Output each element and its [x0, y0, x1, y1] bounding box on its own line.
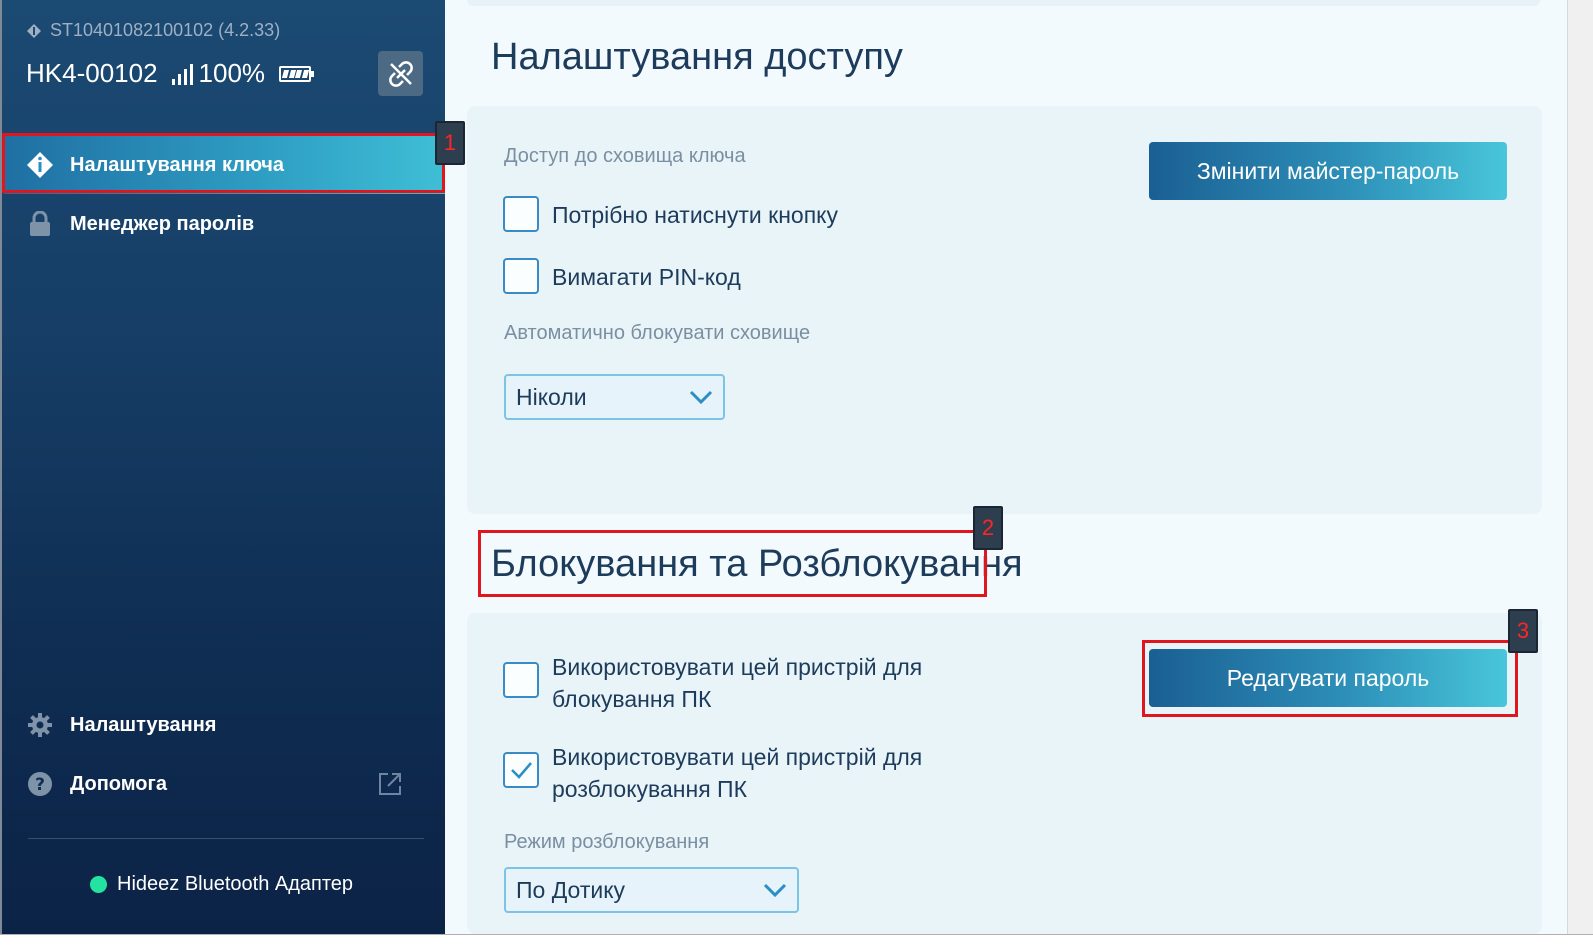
scrollbar[interactable]	[1567, 0, 1593, 934]
require-pin-option: Вимагати PIN-код	[503, 258, 741, 294]
require-pin-label: Вимагати PIN-код	[552, 264, 741, 290]
window-bottom-edge	[0, 934, 1593, 949]
unlock-mode-value: По Дотику	[516, 876, 626, 903]
sidebar-item-help[interactable]: ? Допомога	[4, 755, 447, 813]
device-serial: ST10401082100102 (4.2.33)	[26, 20, 280, 41]
annotation-tag-3: 3	[1508, 609, 1538, 653]
require-button-option: Потрібно натиснути кнопку	[503, 196, 838, 232]
lock-pc-option: Використовувати цей пристрій для блокува…	[503, 651, 922, 715]
annotation-box-2	[478, 530, 987, 597]
access-settings-title: Налаштування доступу	[491, 36, 903, 78]
status-dot	[90, 876, 107, 893]
unlock-pc-label-line2: розблокування ПК	[552, 776, 747, 802]
lock-pc-checkbox[interactable]	[503, 662, 539, 698]
svg-text:?: ?	[35, 775, 45, 795]
sidebar-item-password-manager[interactable]: Менеджер паролів	[4, 195, 447, 253]
battery-percent: 100%	[198, 58, 266, 88]
unlock-pc-label: Використовувати цей пристрій для розблок…	[552, 741, 922, 805]
autolock-label: Автоматично блокувати сховище	[504, 322, 811, 344]
unlock-mode-select[interactable]: По Дотику	[504, 867, 799, 913]
autolock-value: Ніколи	[516, 383, 587, 410]
gear-icon	[26, 711, 54, 739]
autolock-select[interactable]: Ніколи	[504, 374, 725, 420]
sidebar-item-label: Налаштування	[70, 713, 217, 736]
require-button-label: Потрібно натиснути кнопку	[552, 202, 838, 228]
annotation-box-3	[1142, 640, 1518, 717]
unlock-pc-checkbox[interactable]	[503, 752, 539, 788]
unlock-pc-option: Використовувати цей пристрій для розблок…	[503, 741, 922, 805]
help-icon: ?	[26, 770, 54, 798]
signal-icon	[171, 63, 193, 85]
unlock-pc-label-line1: Використовувати цей пристрій для	[552, 744, 923, 770]
sidebar-item-label: Менеджер паролів	[70, 212, 255, 235]
annotation-tag-1: 1	[435, 121, 465, 165]
serial-text: ST10401082100102 (4.2.33)	[50, 20, 281, 40]
checkmark-icon	[511, 762, 532, 779]
annotation-tag-2: 2	[973, 506, 1003, 550]
lock-pc-label-line1: Використовувати цей пристрій для	[552, 654, 923, 680]
sidebar-item-label: Допомога	[70, 772, 167, 795]
device-status-row: HK4-00102 100%	[26, 58, 315, 89]
unlink-icon	[388, 60, 413, 87]
sidebar-divider	[28, 838, 424, 839]
require-pin-checkbox[interactable]	[503, 258, 539, 294]
key-diamond-icon	[27, 23, 41, 38]
require-button-checkbox[interactable]	[503, 196, 539, 232]
device-name: HK4-00102	[26, 58, 158, 88]
annotation-box-1	[2, 133, 445, 193]
chevron-down-icon	[689, 390, 713, 405]
sidebar-item-settings[interactable]: Налаштування	[4, 696, 447, 754]
adapter-label: Hideez Bluetooth Адаптер	[117, 873, 354, 895]
external-link-icon[interactable]	[377, 771, 403, 803]
unlock-mode-label: Режим розблокування	[504, 831, 710, 853]
disconnect-button[interactable]	[378, 51, 423, 96]
lock-icon	[26, 210, 54, 238]
previous-card-edge	[467, 0, 1540, 6]
battery-icon	[279, 65, 315, 82]
chevron-down-icon	[763, 883, 787, 898]
storage-access-label: Доступ до сховища ключа	[504, 145, 746, 167]
lock-pc-label: Використовувати цей пристрій для блокува…	[552, 651, 922, 715]
lock-pc-label-line2: блокування ПК	[552, 686, 712, 712]
change-master-password-button[interactable]: Змінити майстер-пароль	[1149, 142, 1507, 200]
adapter-status: Hideez Bluetooth Адаптер	[90, 873, 353, 896]
